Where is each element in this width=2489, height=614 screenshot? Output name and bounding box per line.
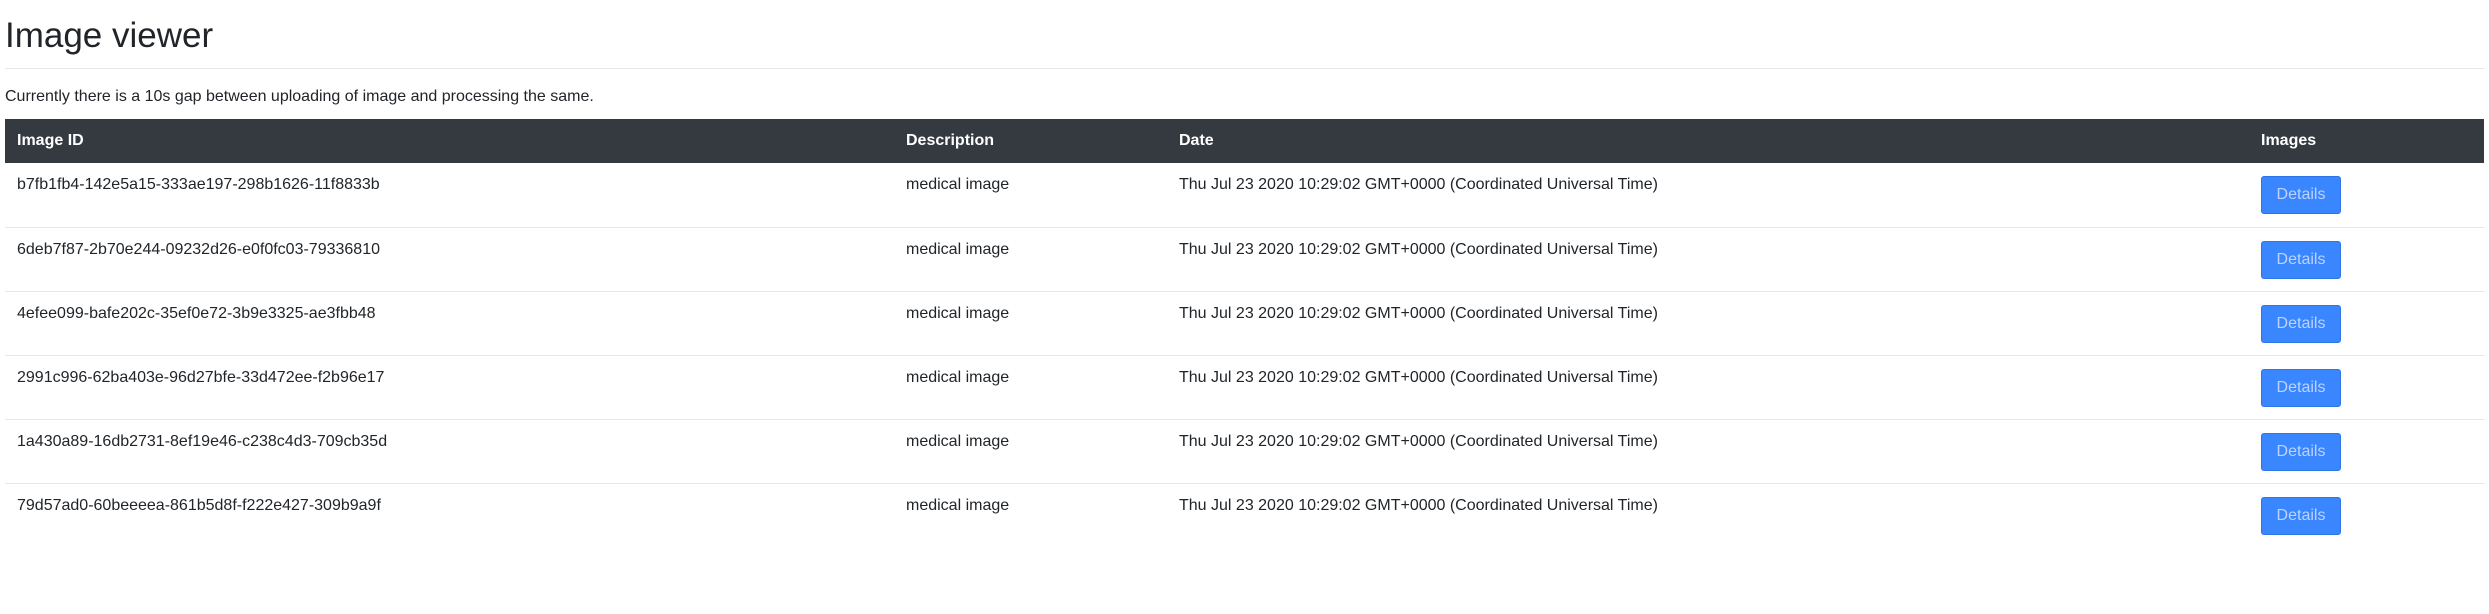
details-button[interactable]: Details (2261, 432, 2341, 471)
table-header-row: Image ID Description Date Images (5, 119, 2484, 163)
image-viewer-page: Image viewer Currently there is a 10s ga… (0, 0, 2489, 614)
table-row: b7fb1fb4-142e5a15-333ae197-298b1626-11f8… (5, 163, 2484, 227)
description-cell: medical image (906, 304, 1010, 322)
image-id-cell: b7fb1fb4-142e5a15-333ae197-298b1626-11f8… (17, 176, 380, 193)
details-button[interactable]: Details (2261, 496, 2341, 535)
details-button[interactable]: Details (2261, 176, 2341, 214)
table-row: 1a430a89-16db2731-8ef19e46-c238c4d3-709c… (5, 419, 2484, 483)
date-cell: Thu Jul 23 2020 10:29:02 GMT+0000 (Coord… (1179, 176, 1658, 193)
header-description: Description (906, 132, 995, 149)
header-date: Date (1179, 132, 1214, 149)
description-cell: medical image (906, 368, 1010, 386)
date-cell: Thu Jul 23 2020 10:29:02 GMT+0000 (Coord… (1179, 304, 1658, 322)
images-cell: Details (2249, 483, 2484, 547)
images-cell: Details (2249, 291, 2484, 355)
details-button[interactable]: Details (2261, 304, 2341, 343)
date-cell: Thu Jul 23 2020 10:29:02 GMT+0000 (Coord… (1179, 432, 1658, 450)
images-table-container: Image ID Description Date Images b7fb1fb… (5, 119, 2484, 547)
images-cell: Details (2249, 419, 2484, 483)
processing-notice: Currently there is a 10s gap between upl… (5, 88, 594, 105)
images-table: Image ID Description Date Images b7fb1fb… (5, 119, 2484, 547)
image-id-cell: 4efee099-bafe202c-35ef0e72-3b9e3325-ae3f… (17, 304, 376, 322)
page-title: Image viewer (5, 16, 214, 55)
table-header: Image ID Description Date Images (5, 119, 2484, 163)
date-cell: Thu Jul 23 2020 10:29:02 GMT+0000 (Coord… (1179, 496, 1658, 514)
details-button[interactable]: Details (2261, 368, 2341, 407)
header-images: Images (2261, 132, 2317, 149)
table-row: 4efee099-bafe202c-35ef0e72-3b9e3325-ae3f… (5, 291, 2484, 355)
image-id-cell: 2991c996-62ba403e-96d27bfe-33d472ee-f2b9… (17, 368, 385, 386)
table-row: 6deb7f87-2b70e244-09232d26-e0f0fc03-7933… (5, 227, 2484, 291)
images-cell: Details (2249, 227, 2484, 291)
description-cell: medical image (906, 176, 1010, 193)
image-id-cell: 6deb7f87-2b70e244-09232d26-e0f0fc03-7933… (17, 240, 380, 258)
images-cell: Details (2249, 163, 2484, 227)
table-body: b7fb1fb4-142e5a15-333ae197-298b1626-11f8… (5, 163, 2484, 547)
description-cell: medical image (906, 496, 1010, 514)
date-cell: Thu Jul 23 2020 10:29:02 GMT+0000 (Coord… (1179, 368, 1658, 386)
table-row: 79d57ad0-60beeeea-861b5d8f-f222e427-309b… (5, 483, 2484, 547)
image-id-cell: 1a430a89-16db2731-8ef19e46-c238c4d3-709c… (17, 432, 388, 450)
images-cell: Details (2249, 355, 2484, 419)
date-cell: Thu Jul 23 2020 10:29:02 GMT+0000 (Coord… (1179, 240, 1658, 258)
header-image-id: Image ID (17, 132, 84, 149)
details-button[interactable]: Details (2261, 240, 2341, 279)
description-cell: medical image (906, 432, 1010, 450)
table-row: 2991c996-62ba403e-96d27bfe-33d472ee-f2b9… (5, 355, 2484, 419)
description-cell: medical image (906, 240, 1010, 258)
image-id-cell: 79d57ad0-60beeeea-861b5d8f-f222e427-309b… (17, 496, 381, 514)
